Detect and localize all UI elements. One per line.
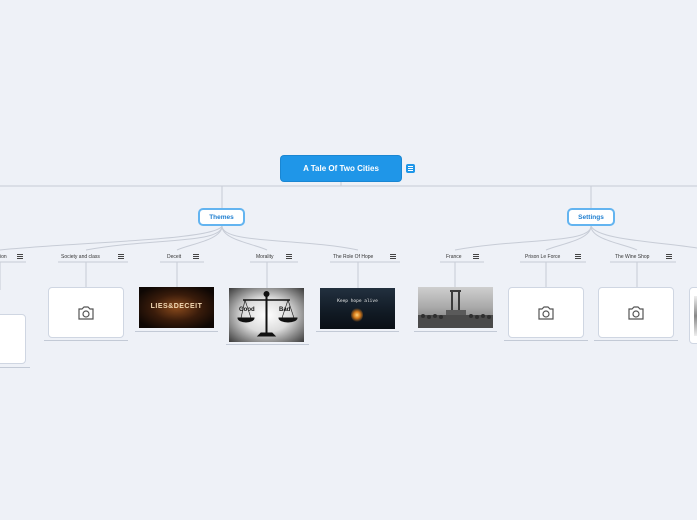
branch-settings[interactable]: Settings [567,208,615,226]
camera-icon [628,305,644,320]
topic-society-and-class[interactable]: Society and class [61,254,100,260]
menu-icon[interactable] [666,254,672,259]
root-topic-label: A Tale Of Two Cities [303,164,379,173]
topic-france-label: France [446,254,462,260]
topic-deceit-label: Deceit [167,254,182,260]
menu-icon[interactable] [575,254,581,259]
topic-wine-shop[interactable]: The Wine Shop [615,254,649,260]
scales-icon [237,291,298,337]
card-underline [226,344,309,345]
topic-morality-label: Morality [256,254,274,260]
card-underline [135,331,218,332]
menu-icon[interactable] [17,254,23,259]
topic-prison-le-force-label: Prison Le Force [525,254,561,260]
morality-image[interactable]: Good Bad [229,288,304,342]
topic-deceit[interactable]: Deceit [167,254,181,260]
guillotine-scene [418,290,493,328]
deceit-image[interactable]: LIES&DECEIT [139,287,214,328]
menu-icon[interactable] [390,254,396,259]
root-topic[interactable]: A Tale Of Two Cities [281,156,401,181]
branch-themes[interactable]: Themes [198,208,245,226]
topic-society-and-class-label: Society and class [61,254,100,260]
morality-good-label: Good [239,307,255,313]
menu-icon[interactable] [193,254,199,259]
card-underline [504,340,588,341]
candle-flame [351,308,363,322]
camera-icon [538,305,554,320]
branch-themes-label: Themes [209,213,234,221]
topic-prison-le-force[interactable]: Prison Le Force [525,254,560,260]
hope-image[interactable]: Keep hope alive [320,288,395,329]
card-underline [44,340,128,341]
image-placeholder-wine-shop[interactable] [598,287,674,338]
hope-image-text: Keep hope alive [337,299,378,304]
topic-role-of-hope-label: The Role Of Hope [333,254,374,260]
topic-france[interactable]: France [446,254,462,260]
topic-role-of-hope[interactable]: The Role Of Hope [333,254,373,260]
image-placeholder-card[interactable] [0,314,26,364]
card-underline [414,331,497,332]
menu-icon[interactable] [118,254,124,259]
image-placeholder-society[interactable] [48,287,124,338]
topic-wine-shop-label: The Wine Shop [615,254,650,260]
deceit-image-text: LIES&DECEIT [150,303,203,310]
topic-partial-left-label: ion [0,254,7,260]
branch-settings-label: Settings [578,213,604,221]
card-underline [316,331,399,332]
camera-icon [78,305,94,320]
note-icon[interactable] [406,164,415,173]
menu-icon[interactable] [473,254,479,259]
topic-morality[interactable]: Morality [256,254,274,260]
connector-lines [0,181,697,290]
morality-bad-label: Bad [279,307,291,313]
card-underline [594,340,678,341]
image-placeholder-prison[interactable] [508,287,584,338]
image-card-partial-right[interactable] [689,287,697,344]
card-underline [0,367,30,368]
topic-partial-left[interactable]: ion [0,254,7,260]
france-image[interactable] [418,287,493,328]
menu-icon[interactable] [286,254,292,259]
